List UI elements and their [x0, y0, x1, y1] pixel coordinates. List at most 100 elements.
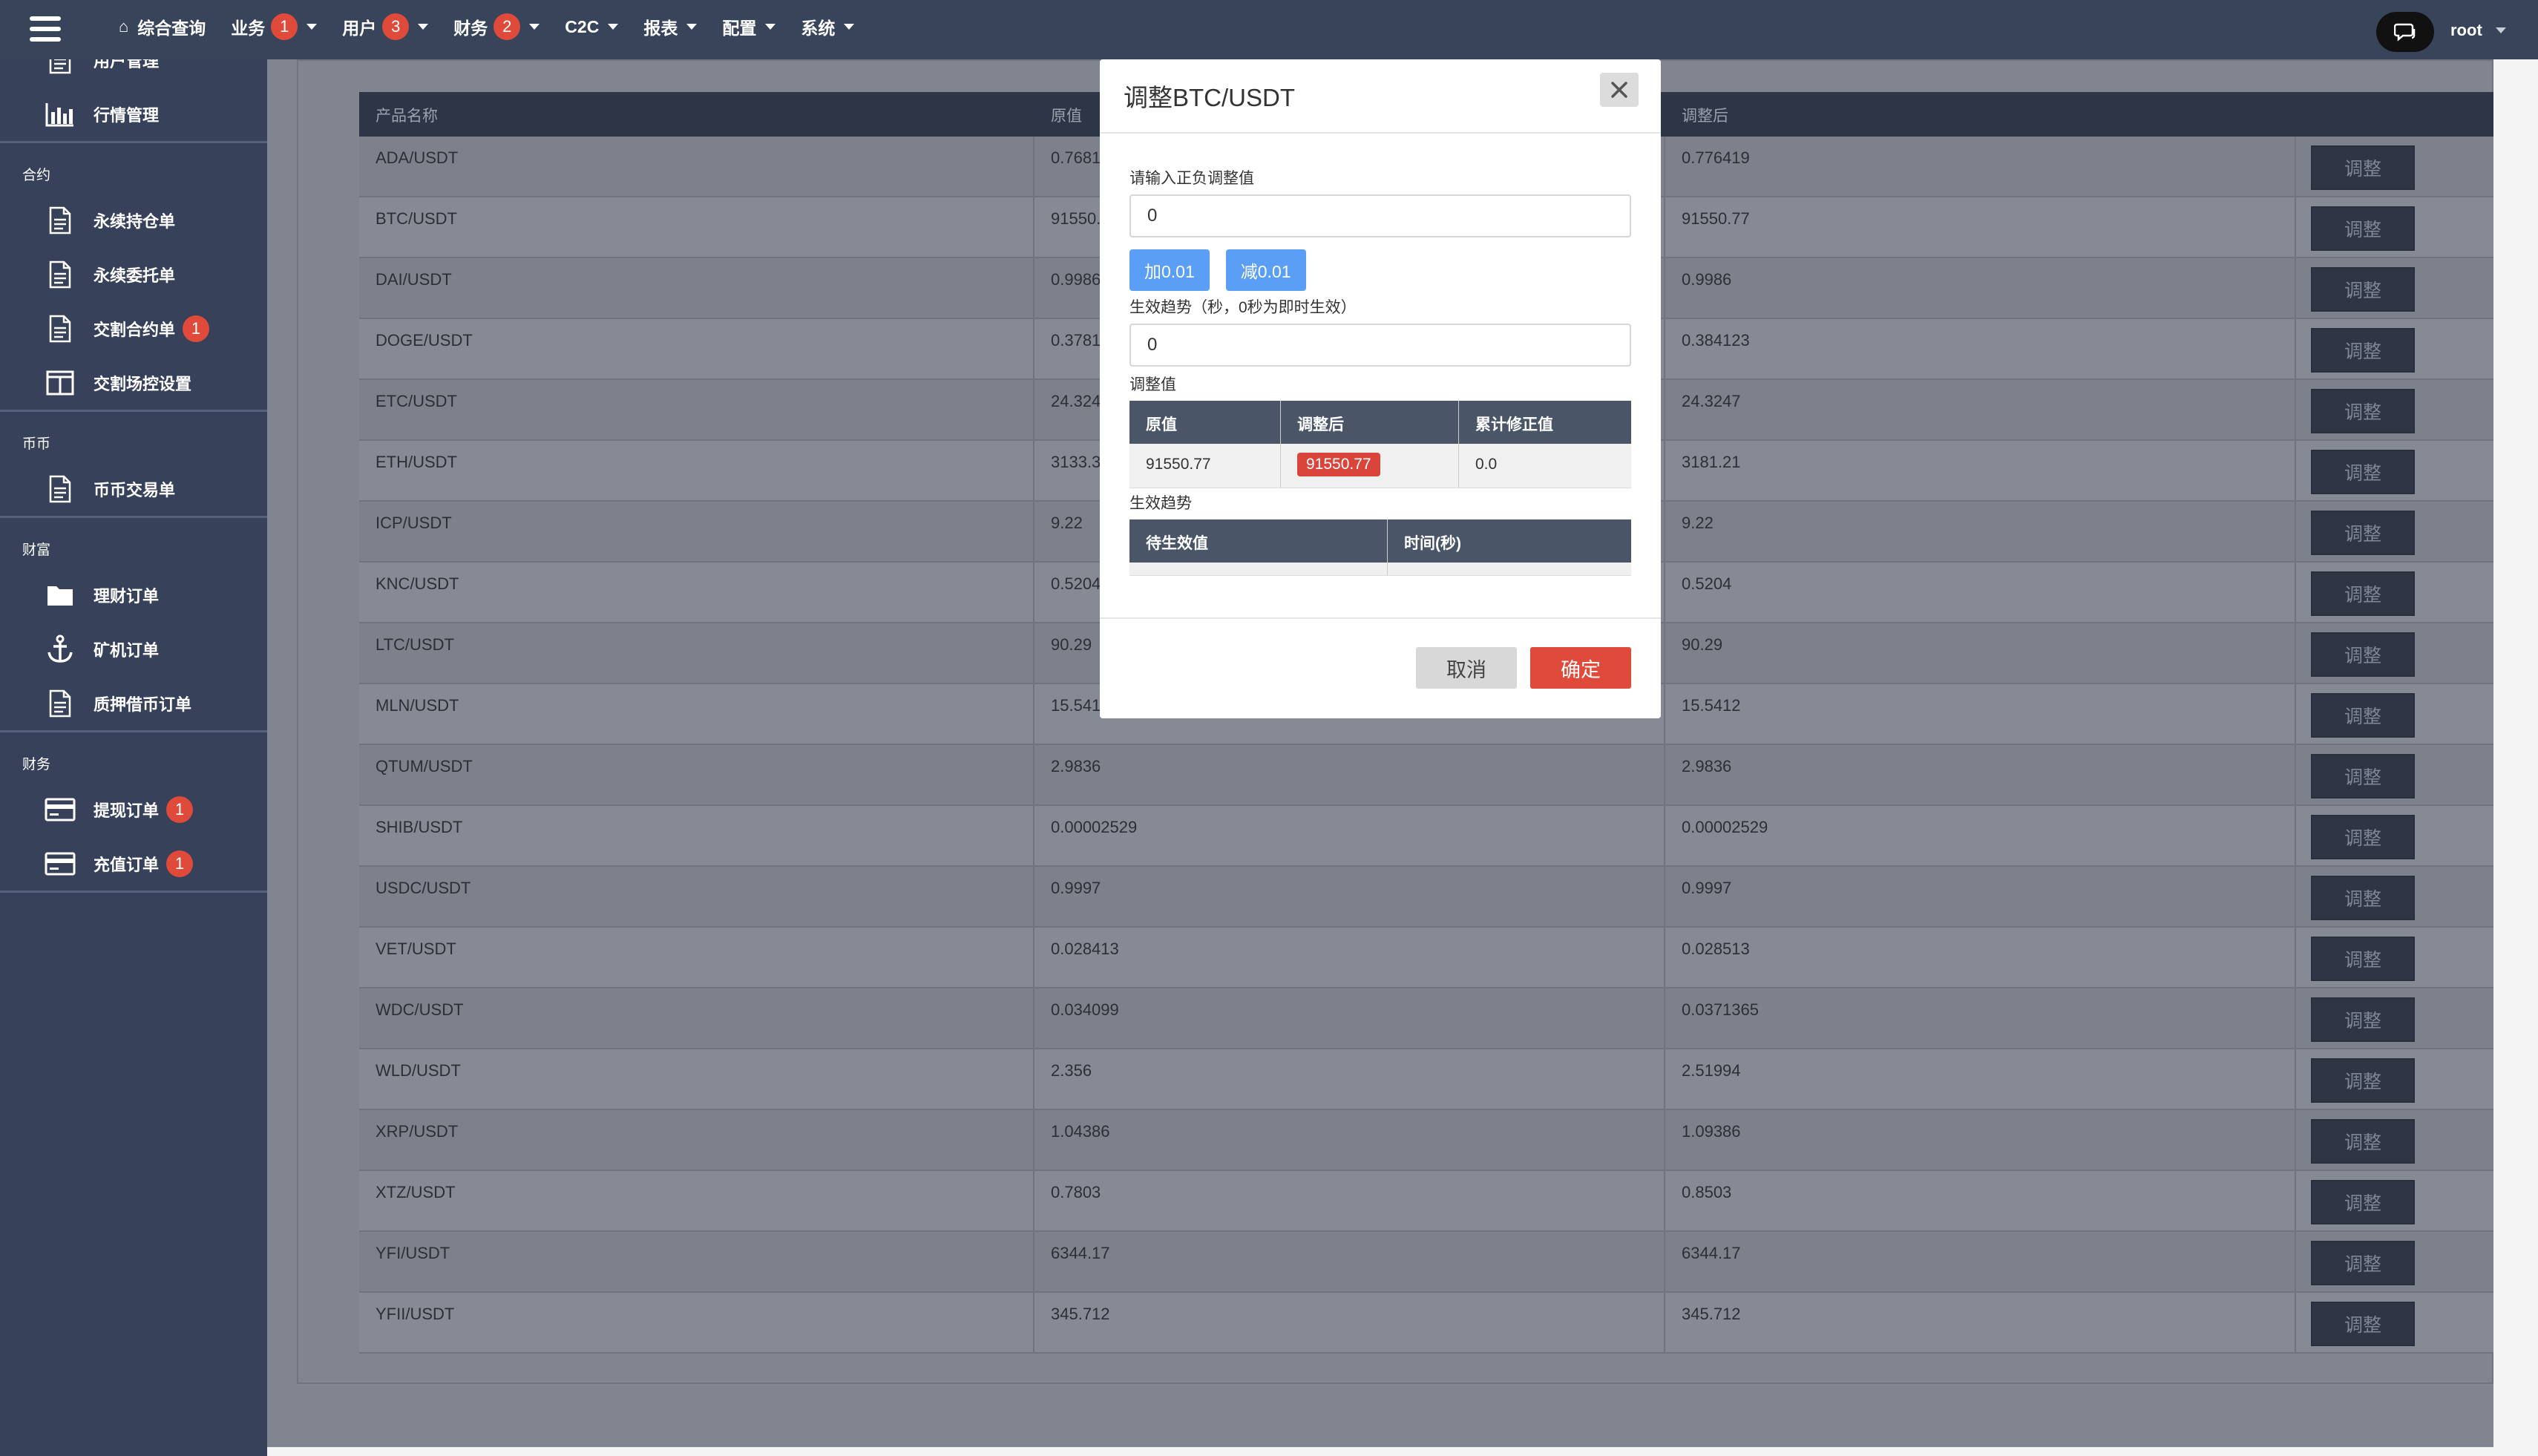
col-product-name: 产品名称	[376, 108, 438, 125]
nav-item-label: 系统	[801, 19, 836, 38]
sidebar-item[interactable]: 矿机订单	[0, 622, 267, 676]
adjust-button[interactable]: 调整	[2311, 450, 2415, 494]
nav-item-4[interactable]: C2C	[565, 17, 619, 37]
nav-item-2[interactable]: 用户 3	[342, 13, 429, 40]
confirm-button[interactable]: 确定	[1530, 647, 1631, 689]
adjust-button[interactable]: 调整	[2311, 389, 2415, 433]
nav-item-7[interactable]: 系统	[801, 14, 855, 39]
sidebar-item[interactable]: 币币交易单	[0, 462, 267, 516]
count-badge: 2	[494, 13, 521, 40]
top-navbar: ⌂ 综合查询 业务 1 用户 3 财务 2 C2C 报表 配置 系统 root	[0, 0, 2538, 59]
original-value-cell: 0.034099	[1034, 988, 1665, 1048]
adjusted-value-cell: 0.5204	[1665, 563, 2296, 622]
menu-toggle-icon[interactable]	[30, 16, 61, 42]
top-nav-menu: ⌂ 综合查询 业务 1 用户 3 财务 2 C2C 报表 配置 系统	[119, 0, 855, 53]
effect-table: 待生效值 时间(秒)	[1129, 519, 1631, 576]
step-buttons: 加0.01 减0.01	[1129, 249, 1631, 291]
adjust-button[interactable]: 调整	[2311, 1302, 2415, 1346]
doc-icon	[45, 205, 76, 236]
sidebar-item-label: 提现订单	[94, 801, 160, 820]
sidebar-item[interactable]: 质押借币订单	[0, 676, 267, 730]
sidebar-item[interactable]: 永续委托单	[0, 247, 267, 301]
sidebar-item[interactable]: 交割合约单 1	[0, 301, 267, 355]
doc-icon	[45, 473, 76, 505]
nav-item-6[interactable]: 配置	[722, 14, 776, 39]
nav-item-1[interactable]: 业务 1	[231, 13, 318, 40]
adjusted-value-cell: 2.9836	[1665, 745, 2296, 804]
adjust-button[interactable]: 调整	[2311, 997, 2415, 1042]
action-cell: 调整	[2296, 1049, 2493, 1109]
sub-0.01-button[interactable]: 减0.01	[1225, 249, 1306, 291]
adjust-button[interactable]: 调整	[2311, 1119, 2415, 1164]
sidebar-item[interactable]: 行情管理	[0, 87, 267, 141]
trend-seconds-input[interactable]: 0	[1129, 324, 1631, 367]
adjusted-value-cell: 6344.17	[1665, 1232, 2296, 1291]
chevron-down-icon	[2495, 27, 2506, 33]
adjusted-value-cell: 91550.77	[1665, 197, 2296, 257]
adjust-button[interactable]: 调整	[2311, 145, 2415, 190]
adjust-modal: 调整BTC/USDT 请输入正负调整值 0 加0.01 减0.01 生效趋势（秒…	[1100, 59, 1661, 718]
adjust-button[interactable]: 调整	[2311, 1241, 2415, 1285]
adjust-button[interactable]: 调整	[2311, 632, 2415, 677]
sidebar-item[interactable]: 永续持仓单	[0, 193, 267, 247]
adjust-button[interactable]: 调整	[2311, 937, 2415, 981]
adjust-button[interactable]: 调整	[2311, 571, 2415, 616]
col-action	[2296, 92, 2493, 137]
chevron-down-icon	[306, 24, 318, 30]
cancel-button[interactable]: 取消	[1416, 647, 1517, 689]
product-name-cell: ETH/USDT	[359, 441, 1034, 500]
sidebar-item-label: 行情管理	[94, 105, 160, 125]
sidebar-item[interactable]: 理财订单	[0, 568, 267, 622]
adjust-value-input[interactable]: 0	[1129, 194, 1631, 237]
original-value-cell: 1.04386	[1034, 1110, 1665, 1170]
user-menu[interactable]: root	[2450, 21, 2506, 40]
nav-item-5[interactable]: 报表	[643, 14, 698, 39]
adjust-button[interactable]: 调整	[2311, 815, 2415, 859]
count-badge: 1	[271, 13, 298, 40]
product-name-cell: XRP/USDT	[359, 1110, 1034, 1170]
table-row: XTZ/USDT 0.7803 0.8503 调整	[359, 1171, 2493, 1232]
table-row: SHIB/USDT 0.00002529 0.00002529 调整	[359, 806, 2493, 867]
sidebar-item-label: 永续委托单	[94, 266, 176, 285]
adjust-button[interactable]: 调整	[2311, 876, 2415, 920]
product-name-cell: DAI/USDT	[359, 258, 1034, 318]
adjust-button[interactable]: 调整	[2311, 754, 2415, 798]
sidebar-item[interactable]: 提现订单 1	[0, 782, 267, 836]
chat-icon[interactable]	[2376, 12, 2434, 52]
modal-body: 请输入正负调整值 0 加0.01 减0.01 生效趋势（秒，0秒为即时生效） 0…	[1100, 134, 1661, 576]
adjust-after-cell: 91550.77	[1281, 444, 1459, 488]
product-name-cell: ETC/USDT	[359, 380, 1034, 439]
sidebar-group-title: 财务	[22, 757, 51, 773]
adjust-button[interactable]: 调整	[2311, 1058, 2415, 1103]
nav-item-3[interactable]: 财务 2	[453, 13, 540, 40]
adjust-button[interactable]: 调整	[2311, 328, 2415, 373]
adjusted-value-cell: 0.776419	[1665, 137, 2296, 196]
sidebar-item[interactable]: 用户管理	[0, 59, 267, 87]
sidebar-item[interactable]: 充值订单 1	[0, 836, 267, 891]
product-name-cell: ICP/USDT	[359, 502, 1034, 561]
add-0.01-button[interactable]: 加0.01	[1129, 249, 1210, 291]
adjust-button[interactable]: 调整	[2311, 206, 2415, 251]
original-value-cell: 6344.17	[1034, 1232, 1665, 1291]
adjust-button[interactable]: 调整	[2311, 693, 2415, 738]
modal-footer: 取消 确定	[1100, 617, 1661, 718]
original-value-cell: 0.7803	[1034, 1171, 1665, 1230]
adjust-button[interactable]: 调整	[2311, 267, 2415, 312]
product-name-cell: YFII/USDT	[359, 1293, 1034, 1352]
adjust-section-label: 调整值	[1129, 376, 1176, 393]
action-cell: 调整	[2296, 988, 2493, 1048]
sidebar-item[interactable]: 交割场控设置	[0, 355, 267, 410]
product-name-cell: YFI/USDT	[359, 1232, 1034, 1291]
close-icon[interactable]	[1600, 73, 1639, 107]
table-row: QTUM/USDT 2.9836 2.9836 调整	[359, 745, 2493, 806]
chevron-down-icon	[765, 24, 776, 30]
chevron-down-icon	[844, 24, 855, 30]
chevron-down-icon	[608, 24, 619, 30]
adjust-button[interactable]: 调整	[2311, 511, 2415, 555]
nav-item-0[interactable]: ⌂ 综合查询	[119, 14, 206, 39]
doc-icon	[45, 688, 76, 719]
table-row: USDC/USDT 0.9997 0.9997 调整	[359, 867, 2493, 928]
adjust-button[interactable]: 调整	[2311, 1180, 2415, 1224]
action-cell: 调整	[2296, 1232, 2493, 1291]
sidebar-item-label: 交割场控设置	[94, 374, 192, 393]
